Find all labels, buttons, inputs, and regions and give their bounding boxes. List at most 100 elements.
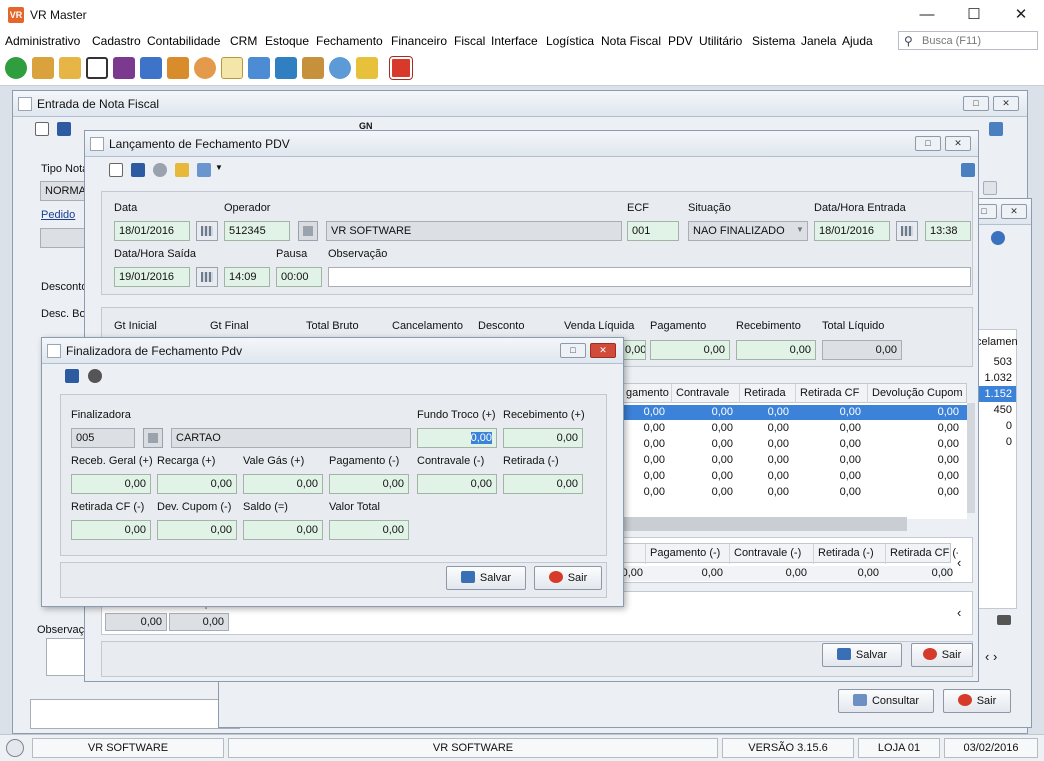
- undo-icon[interactable]: [153, 163, 167, 177]
- windows-icon[interactable]: [961, 163, 975, 177]
- close-icon[interactable]: ✕: [993, 96, 1019, 111]
- grid1-col-devolucao-cupom[interactable]: Devolução Cupom: [868, 384, 968, 404]
- lookup-icon[interactable]: [298, 221, 318, 241]
- grid1-col-pagamento[interactable]: gamento: [622, 384, 672, 404]
- salvar-button[interactable]: Salvar: [446, 566, 526, 590]
- maximize-icon[interactable]: ☐: [951, 0, 997, 30]
- menu-crm[interactable]: CRM: [230, 34, 257, 48]
- data-entrada-field[interactable]: 18/01/2016: [814, 221, 890, 241]
- table-row[interactable]: 0,00 0,00 0,00 0,00 0,00: [621, 453, 967, 468]
- side-button-icon[interactable]: [983, 181, 997, 195]
- situacao-select[interactable]: NAO FINALIZADO: [688, 221, 808, 241]
- grid1-col-retirada[interactable]: Retirada: [740, 384, 796, 404]
- observacao-field[interactable]: [328, 267, 971, 287]
- restore-icon[interactable]: □: [560, 343, 586, 358]
- windows-icon[interactable]: [989, 122, 1003, 136]
- lock-icon[interactable]: [356, 57, 378, 79]
- connection-icon[interactable]: [329, 57, 351, 79]
- table-row[interactable]: 0,00 0,00 0,00 0,00 0,00: [621, 405, 967, 420]
- vertical-scrollbar[interactable]: [967, 403, 975, 513]
- fundo-troco-field[interactable]: 0,00: [417, 428, 497, 448]
- truck-icon[interactable]: [59, 57, 81, 79]
- save-icon[interactable]: [65, 369, 79, 383]
- receb-geral-field[interactable]: 0,00: [71, 474, 151, 494]
- monitor-icon[interactable]: [248, 57, 270, 79]
- menu-interface[interactable]: Interface: [491, 34, 538, 48]
- hora-saida-field[interactable]: 14:09: [224, 267, 270, 287]
- hora-entrada-field[interactable]: 13:38: [925, 221, 971, 241]
- money-icon[interactable]: [5, 57, 27, 79]
- retirada-cf-field[interactable]: 0,00: [71, 520, 151, 540]
- bag-icon[interactable]: [140, 57, 162, 79]
- menu-janela[interactable]: Janela: [801, 34, 836, 48]
- calendar-icon[interactable]: [896, 221, 918, 241]
- operador-codigo-field[interactable]: 512345: [224, 221, 290, 241]
- close-icon[interactable]: ✕: [998, 0, 1044, 30]
- table-row[interactable]: 0,00 0,00 0,00 0,00 0,00: [621, 469, 967, 484]
- vale-gas-field[interactable]: 0,00: [243, 474, 323, 494]
- users-icon[interactable]: [32, 57, 54, 79]
- people-icon[interactable]: [167, 57, 189, 79]
- chevron-down-icon[interactable]: ▼: [215, 163, 223, 172]
- box-icon[interactable]: [302, 57, 324, 79]
- observacao-field[interactable]: [46, 638, 88, 676]
- smiley-icon[interactable]: [6, 739, 24, 757]
- lookup-icon[interactable]: [143, 428, 163, 448]
- save-icon[interactable]: [57, 122, 71, 136]
- pagamento-field[interactable]: 0,00: [329, 474, 409, 494]
- binoculars-icon[interactable]: [88, 369, 102, 383]
- grid2-col-pagamento[interactable]: Pagamento (-): [646, 544, 730, 564]
- pedido-link[interactable]: Pedido: [41, 209, 75, 221]
- power-icon[interactable]: [389, 56, 413, 80]
- close-icon[interactable]: ✕: [945, 136, 971, 151]
- recebimento-field[interactable]: 0,00: [503, 428, 583, 448]
- chevron-left-icon[interactable]: ‹: [957, 555, 961, 570]
- person-icon[interactable]: [194, 57, 216, 79]
- sair-button[interactable]: Sair: [943, 689, 1011, 713]
- minimize-icon[interactable]: —: [904, 0, 950, 30]
- menu-ajuda[interactable]: Ajuda: [842, 34, 873, 48]
- close-icon[interactable]: ✕: [590, 343, 616, 358]
- contravale-field[interactable]: 0,00: [417, 474, 497, 494]
- menu-cadastro[interactable]: Cadastro: [92, 34, 141, 48]
- retirada-field[interactable]: 0,00: [503, 474, 583, 494]
- consultar-button[interactable]: Consultar: [838, 689, 934, 713]
- save-icon[interactable]: [131, 163, 145, 177]
- menu-sistema[interactable]: Sistema: [752, 34, 795, 48]
- calendar-icon[interactable]: [196, 267, 218, 287]
- search-icon[interactable]: [991, 231, 1005, 245]
- menu-financeiro[interactable]: Financeiro: [391, 34, 447, 48]
- edit-icon[interactable]: [221, 57, 243, 79]
- calendar-icon[interactable]: [196, 221, 218, 241]
- grid2-col-fragment[interactable]: [622, 544, 646, 564]
- pedido-field[interactable]: [40, 228, 90, 248]
- books-icon[interactable]: [113, 57, 135, 79]
- recarga-field[interactable]: 0,00: [157, 474, 237, 494]
- table-row[interactable]: 0,00 0,00 0,00 0,00 0,00: [621, 437, 967, 452]
- menu-pdv[interactable]: PDV: [668, 34, 693, 48]
- pausa-field[interactable]: 00:00: [276, 267, 322, 287]
- data-saida-field[interactable]: 19/01/2016: [114, 267, 190, 287]
- menu-fechamento[interactable]: Fechamento: [316, 34, 383, 48]
- sair-button[interactable]: Sair: [534, 566, 602, 590]
- grid1-col-contravale[interactable]: Contravale: [672, 384, 740, 404]
- menu-lines-icon[interactable]: [997, 615, 1011, 625]
- close-icon[interactable]: ✕: [1001, 204, 1027, 219]
- restore-icon[interactable]: □: [915, 136, 941, 151]
- menu-estoque[interactable]: Estoque: [265, 34, 309, 48]
- print-icon[interactable]: [197, 163, 211, 177]
- menu-utilitario[interactable]: Utilitário: [699, 34, 742, 48]
- new-icon[interactable]: [35, 122, 49, 136]
- menu-administrativo[interactable]: Administrativo: [5, 34, 80, 48]
- sair-button[interactable]: Sair: [911, 643, 973, 667]
- table-row[interactable]: 0,00 0,00 0,00 0,00 0,00: [621, 421, 967, 436]
- chevron-left-icon[interactable]: ‹: [957, 605, 961, 620]
- menu-logistica[interactable]: Logística: [546, 34, 594, 48]
- grid2-col-contravale[interactable]: Contravale (-): [730, 544, 814, 564]
- nav-arrows-icon[interactable]: ‹ ›: [985, 649, 997, 664]
- wand-icon[interactable]: [175, 163, 189, 177]
- restore-icon[interactable]: □: [963, 96, 989, 111]
- grid2-col-retirada[interactable]: Retirada (-): [814, 544, 886, 564]
- data-field[interactable]: 18/01/2016: [114, 221, 190, 241]
- dev-cupom-field[interactable]: 0,00: [157, 520, 237, 540]
